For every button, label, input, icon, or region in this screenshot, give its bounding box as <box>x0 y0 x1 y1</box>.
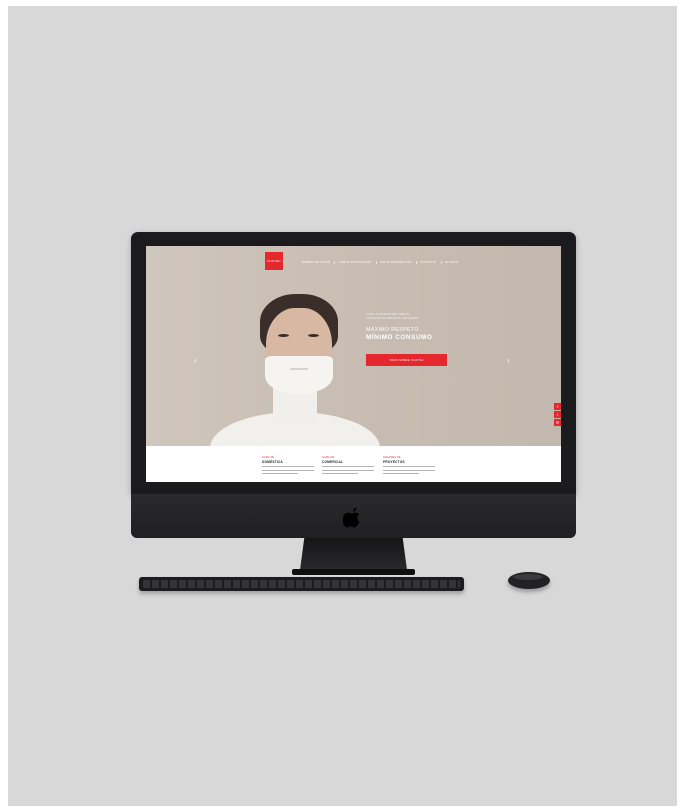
hero-text: TODA LA CALIDAD DEL AIRE EN UN EQUIPO SI… <box>366 313 466 341</box>
twitter-icon[interactable]: t <box>554 411 561 418</box>
imac-stand-base <box>292 569 415 575</box>
nav-item-bombas[interactable]: BOMBAS DE CALOR <box>298 261 334 264</box>
facebook-icon[interactable]: f <box>554 403 561 410</box>
hero-cta-label: TODO SOBRE FUJITSU <box>389 358 424 362</box>
site-header: FUJITSU BOMBAS DE CALOR AIRE ACONDICIONA… <box>146 246 561 274</box>
nav-item-blog[interactable]: EL BLOG <box>440 261 462 264</box>
hero-cta-button[interactable]: TODO SOBRE FUJITSU <box>366 354 447 366</box>
range-label: GAMA DE <box>322 456 335 459</box>
range-title: PROYECTOS <box>383 460 405 464</box>
nav-item-salas[interactable]: SALAS ENERGÉTICAS <box>375 261 416 264</box>
apple-logo-icon <box>343 507 360 528</box>
range-comercial[interactable]: GAMA DE COMERCIAL <box>322 456 374 475</box>
product-ranges: GAMA DE DOMÉSTICA GAMA DE COMERCIAL GRAN… <box>146 446 561 482</box>
hero-model-image <box>210 294 380 472</box>
hero-banner: FUJITSU BOMBAS DE CALOR AIRE ACONDICIONA… <box>146 246 561 472</box>
mail-icon[interactable]: ✉ <box>554 419 561 426</box>
range-title: DOMÉSTICA <box>262 460 283 464</box>
range-proyectos[interactable]: GRANDES DE PROYECTOS <box>383 456 435 475</box>
logo-text: FUJITSU <box>267 259 281 263</box>
nav-item-contacto[interactable]: CONTACTO <box>415 261 441 264</box>
range-domestica[interactable]: GAMA DE DOMÉSTICA <box>262 456 314 475</box>
mouse <box>508 572 550 589</box>
nav-item-aire[interactable]: AIRE ACONDICIONADO <box>334 261 375 264</box>
range-label: GRANDES DE <box>383 456 401 459</box>
hero-headline-2: MÍNIMO CONSUMO <box>366 334 433 341</box>
keyboard <box>139 577 464 591</box>
site-logo[interactable]: FUJITSU <box>265 252 283 270</box>
imac-stand-neck <box>300 538 407 570</box>
main-nav: BOMBAS DE CALOR AIRE ACONDICIONADO SALAS… <box>298 261 462 264</box>
imac-screen: FUJITSU BOMBAS DE CALOR AIRE ACONDICIONA… <box>146 246 561 482</box>
range-title: COMERCIAL <box>322 460 344 464</box>
slider-prev-icon[interactable]: ‹ <box>194 357 197 365</box>
social-bar: f t ✉ <box>554 403 561 427</box>
slider-next-icon[interactable]: › <box>507 357 510 365</box>
range-label: GAMA DE <box>262 456 275 459</box>
face-mask <box>265 356 333 394</box>
hero-headline-1: MÁXIMO RESPETO <box>366 327 419 333</box>
hero-subtitle-2: UN EQUIPO SILENCIOSO Y EFICIENTE <box>366 317 419 320</box>
